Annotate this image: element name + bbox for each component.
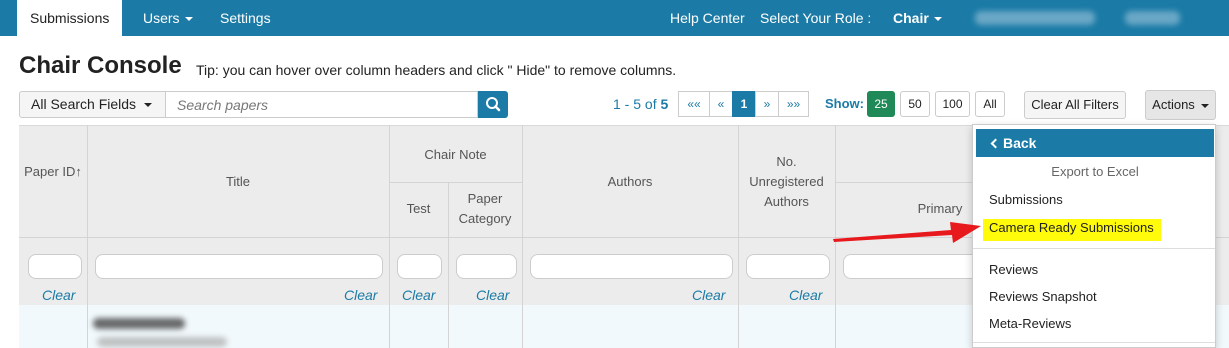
column-divider — [522, 305, 523, 348]
back-button[interactable]: Back — [976, 129, 1214, 157]
column-divider — [835, 305, 836, 348]
search-field-label: All Search Fields — [31, 96, 137, 112]
header-unregistered-authors[interactable]: No. Unregistered Authors — [738, 152, 835, 212]
nav-help-center[interactable]: Help Center — [670, 0, 745, 36]
clear-all-filters-button[interactable]: Clear All Filters — [1024, 91, 1126, 119]
page-1-button[interactable]: 1 — [732, 91, 756, 117]
chevron-down-icon — [144, 103, 153, 108]
filter-input-authors[interactable] — [530, 254, 733, 279]
filter-input-paper-category[interactable] — [456, 254, 517, 279]
prev-page-button[interactable]: « — [709, 91, 733, 117]
show-100-button[interactable]: 100 — [935, 91, 970, 117]
search-button[interactable] — [478, 91, 508, 118]
role-label: Chair — [893, 10, 929, 26]
header-paper-category-line2: Category — [458, 211, 512, 226]
clear-filter-paper-id[interactable]: Clear — [42, 287, 75, 303]
chevron-down-icon — [933, 17, 942, 22]
header-title[interactable]: Title — [87, 172, 389, 192]
header-unreg-line1: No. — [776, 154, 797, 169]
red-arrow-annotation — [833, 222, 981, 243]
header-unreg-line3: Authors — [764, 194, 809, 209]
menu-divider — [973, 342, 1215, 343]
header-chair-note[interactable]: Chair Note — [389, 145, 522, 165]
clear-filter-test[interactable]: Clear — [402, 287, 435, 303]
search-field-dropdown[interactable]: All Search Fields — [19, 91, 166, 118]
pager: «« « 1 » »» — [678, 91, 809, 117]
redacted-subtitle — [97, 337, 227, 347]
actions-label: Actions — [1152, 97, 1195, 112]
filter-input-test[interactable] — [397, 254, 442, 279]
show-label: Show: — [825, 96, 864, 111]
redacted-title — [93, 318, 185, 329]
filter-input-primary[interactable] — [843, 254, 983, 279]
top-navbar: Submissions Users Settings Help Center S… — [0, 0, 1229, 36]
chevron-down-icon — [184, 17, 193, 22]
menu-item-meta-reviews[interactable]: Meta-Reviews — [989, 316, 1071, 331]
header-paper-id[interactable]: Paper ID↑ — [19, 162, 87, 182]
menu-item-camera-ready-submissions[interactable]: Camera Ready Submissions — [989, 220, 1154, 235]
filter-input-unregistered[interactable] — [746, 254, 830, 279]
last-page-button[interactable]: »» — [778, 91, 809, 117]
clear-filter-unregistered[interactable]: Clear — [789, 287, 822, 303]
clear-filter-title[interactable]: Clear — [344, 287, 377, 303]
role-dropdown[interactable]: Chair — [893, 0, 942, 36]
nav-settings[interactable]: Settings — [220, 0, 271, 36]
row-divider — [389, 182, 522, 183]
row-divider — [835, 182, 975, 183]
menu-item-reviews-snapshot[interactable]: Reviews Snapshot — [989, 289, 1097, 304]
show-all-button[interactable]: All — [975, 91, 1005, 117]
page-total: 5 — [660, 96, 669, 112]
nav-users-label: Users — [143, 10, 180, 26]
filter-input-paper-id[interactable] — [28, 254, 82, 279]
header-paper-id-label: Paper ID — [24, 164, 76, 179]
header-paper-category[interactable]: Paper Category — [448, 189, 522, 229]
search-icon — [486, 97, 501, 112]
user-name-redacted[interactable] — [975, 11, 1095, 25]
page-count: 1 - 5 of 5 — [613, 96, 668, 112]
menu-item-submissions[interactable]: Submissions — [989, 192, 1063, 207]
menu-divider — [973, 248, 1215, 249]
actions-dropdown-menu: Back Export to Excel Submissions Camera … — [972, 124, 1216, 348]
column-divider — [87, 305, 88, 348]
actions-button[interactable]: Actions — [1145, 90, 1216, 120]
header-authors[interactable]: Authors — [522, 172, 738, 192]
column-divider — [738, 305, 739, 348]
chevron-left-icon — [990, 138, 1001, 149]
menu-item-reviews[interactable]: Reviews — [989, 262, 1038, 277]
header-unreg-line2: Unregistered — [749, 174, 824, 189]
sort-asc-icon: ↑ — [75, 164, 82, 179]
header-test[interactable]: Test — [389, 199, 448, 219]
page-range: 1 - 5 of — [613, 96, 661, 112]
page-title: Chair Console — [19, 52, 182, 79]
search-input[interactable] — [165, 91, 478, 118]
filter-input-title[interactable] — [95, 254, 383, 279]
show-50-button[interactable]: 50 — [900, 91, 930, 117]
export-to-excel-header: Export to Excel — [1051, 164, 1139, 179]
back-label: Back — [1003, 135, 1037, 151]
show-25-button[interactable]: 25 — [867, 91, 895, 117]
column-divider — [448, 305, 449, 348]
column-divider — [389, 305, 390, 348]
chevron-down-icon — [1200, 103, 1209, 108]
tip-text: Tip: you can hover over column headers a… — [196, 62, 677, 78]
nav-users[interactable]: Users — [143, 0, 193, 36]
user-menu-redacted[interactable] — [1125, 11, 1180, 25]
select-role-label: Select Your Role : — [760, 10, 872, 26]
clear-filter-paper-category[interactable]: Clear — [476, 287, 509, 303]
header-paper-category-line1: Paper — [467, 191, 503, 206]
next-page-button[interactable]: » — [755, 91, 779, 117]
first-page-button[interactable]: «« — [678, 91, 710, 117]
clear-filter-authors[interactable]: Clear — [692, 287, 725, 303]
nav-submissions[interactable]: Submissions — [17, 0, 123, 36]
